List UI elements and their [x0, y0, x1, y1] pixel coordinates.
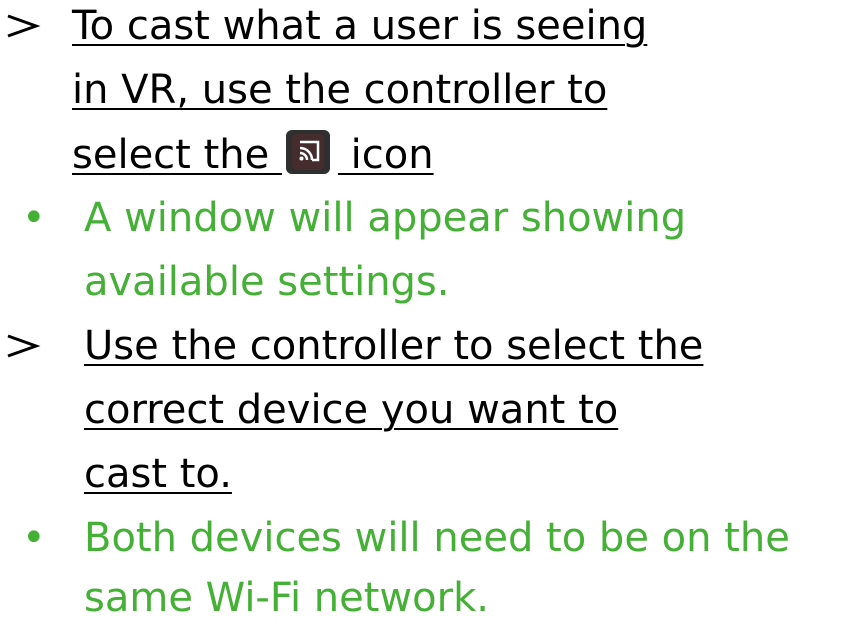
arrow-bullet-icon	[7, 14, 41, 38]
bullet-icon: •	[22, 515, 46, 561]
bullet-icon: •	[22, 195, 46, 241]
cast-icon	[285, 130, 330, 174]
arrow-bullet-icon	[7, 334, 41, 358]
